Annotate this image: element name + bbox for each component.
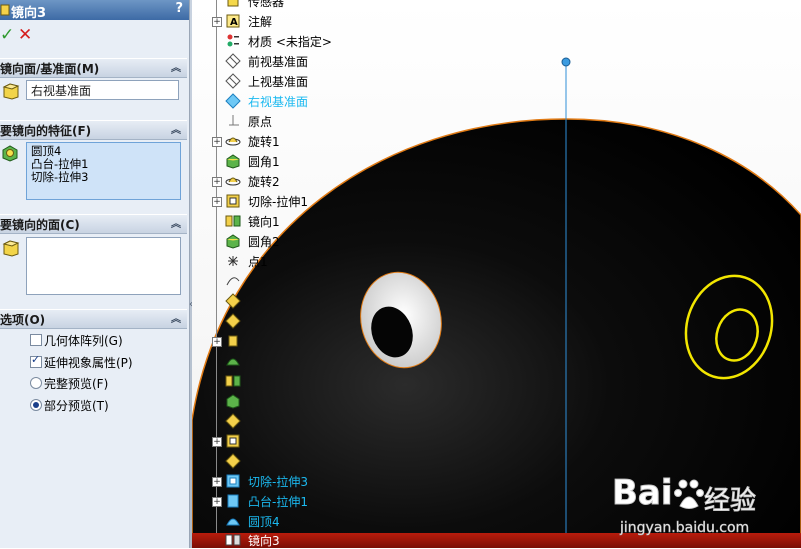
faces-group-title: 要镜向的面(C) [0, 218, 80, 232]
features-list[interactable]: 圆顶4 凸台-拉伸1 切除-拉伸3 [26, 142, 181, 200]
ok-button[interactable]: ✓ [0, 25, 16, 45]
expand-icon[interactable]: + [212, 137, 222, 147]
checkbox-checked-icon[interactable] [30, 353, 42, 368]
mirror-plane-group-title: 镜向面/基准面(M) [0, 62, 100, 76]
point-icon [228, 256, 238, 266]
plane-icon [225, 293, 241, 309]
tree-item-label: 点1 [248, 255, 268, 269]
watermark: Bai 经验 jingyan.baidu.com [612, 458, 801, 548]
plane-icon [225, 313, 241, 329]
mirror-icon [225, 375, 241, 387]
geometry-pattern-label: 几何体阵列(G) [44, 334, 123, 348]
expand-icon[interactable]: + [212, 17, 222, 27]
mirror-plane-field[interactable]: 右视基准面 [26, 80, 179, 100]
tree-item-label: 凸台-拉伸1 [248, 495, 308, 509]
property-manager-title: 镜向3 [11, 6, 47, 21]
features-group-title: 要镜向的特征(F) [0, 124, 92, 138]
dome-icon [226, 518, 240, 526]
fillet-icon [226, 394, 240, 409]
tree-item-label: 上视基准面 [248, 75, 309, 89]
cut-extrude-icon [226, 474, 240, 488]
sensor-icon [227, 0, 239, 7]
tree-item-label: 材质 <未指定> [248, 35, 332, 49]
face-select-icon [2, 240, 20, 257]
expand-icon[interactable]: + [212, 437, 222, 447]
watermark-brand: Bai [612, 473, 674, 514]
boss-icon [228, 335, 238, 347]
cut-extrude-icon [226, 194, 240, 208]
watermark-url: jingyan.baidu.com [620, 520, 750, 537]
expand-icon[interactable]: + [212, 497, 222, 507]
fillet-icon [226, 154, 240, 169]
tree-item-label: 切除-拉伸1 [248, 195, 308, 209]
checkbox-icon[interactable] [30, 334, 42, 346]
plane-handle-icon[interactable] [561, 57, 571, 67]
tree-connector [216, 0, 217, 548]
tree-item-label: 原点 [248, 115, 273, 129]
expand-icon[interactable]: + [212, 337, 222, 347]
plane-icon [225, 73, 241, 89]
tree-item-label: 注解 [248, 15, 273, 29]
plane-icon [225, 413, 241, 429]
svg-text:A: A [230, 17, 238, 28]
fillet-icon [226, 234, 240, 249]
collapse-icon[interactable]: ︽ [171, 215, 181, 230]
tree-item-label: 右视基准面 [248, 95, 309, 109]
help-button[interactable]: ? [175, 1, 183, 16]
tree-item-label: 镜向3 [248, 534, 280, 548]
full-preview-label: 完整预览(F) [44, 377, 109, 391]
options-group-header[interactable]: 选项(O) ︽ [0, 309, 187, 329]
tree-item-label: 切除-拉伸3 [248, 475, 308, 489]
radio-selected-icon[interactable] [30, 399, 42, 411]
mirror-icon [225, 534, 241, 546]
feature-tree[interactable]: 传感器 + A 注解 材质 <未指定> 前视基准面 上视基准面 右视基准面 原点… [192, 0, 332, 548]
tree-item-label: 传感器 [248, 0, 285, 9]
cut-extrude-icon [226, 434, 240, 448]
dome-icon [226, 358, 240, 366]
options-group-title: 选项(O) [0, 313, 46, 327]
revolve-icon [225, 137, 241, 146]
mirror-icon [225, 215, 241, 227]
expand-icon[interactable]: + [212, 177, 222, 187]
boss-extrude-icon [227, 494, 239, 508]
tree-item-label: 圆角2 [248, 235, 280, 249]
property-manager: 镜向3 ? ✓ ✕ 镜向面/基准面(M) ︽ 右视基准面 要镜向的特征(F) ︽… [0, 0, 189, 548]
faces-list[interactable] [26, 237, 181, 295]
radio-icon[interactable] [30, 377, 42, 389]
annotation-icon: A [226, 14, 240, 28]
tree-item-label: 圆角1 [248, 155, 280, 169]
tree-item-label: 镜向1 [248, 215, 280, 229]
partial-preview-label: 部分预览(T) [44, 399, 109, 413]
property-manager-title-bar: 镜向3 ? [0, 0, 189, 21]
tree-item-label: 前视基准面 [248, 55, 309, 69]
revolve-icon [225, 177, 241, 186]
expand-icon[interactable]: + [212, 197, 222, 207]
plane-icon [225, 53, 241, 69]
curve-icon [226, 277, 240, 286]
paw-logo-icon [674, 479, 704, 509]
features-group-header[interactable]: 要镜向的特征(F) ︽ [0, 120, 187, 140]
tree-item-label: 圆顶4 [248, 515, 280, 529]
material-icon [227, 34, 239, 47]
propagate-visual-label: 延伸视象属性(P) [44, 356, 133, 370]
plane-icon [225, 453, 241, 469]
list-item[interactable]: 切除-拉伸3 [31, 171, 88, 184]
plane-icon [225, 93, 241, 109]
origin-icon [229, 115, 239, 126]
face-plane-icon [2, 83, 20, 100]
feature-select-icon [2, 145, 18, 162]
faces-group-header[interactable]: 要镜向的面(C) ︽ [0, 214, 187, 234]
watermark-brand-2: 经验 [703, 486, 757, 517]
mirror-feature-icon [0, 4, 10, 16]
collapse-icon[interactable]: ︽ [171, 121, 181, 136]
collapse-icon[interactable]: ︽ [171, 59, 181, 74]
collapse-icon[interactable]: ︽ [171, 310, 181, 325]
tree-item-label: 旋转1 [248, 135, 280, 149]
mirror-plane-group-header[interactable]: 镜向面/基准面(M) ︽ [0, 58, 187, 78]
expand-icon[interactable]: + [212, 477, 222, 487]
tree-item-label: 旋转2 [248, 175, 280, 189]
cancel-button[interactable]: ✕ [18, 25, 34, 45]
